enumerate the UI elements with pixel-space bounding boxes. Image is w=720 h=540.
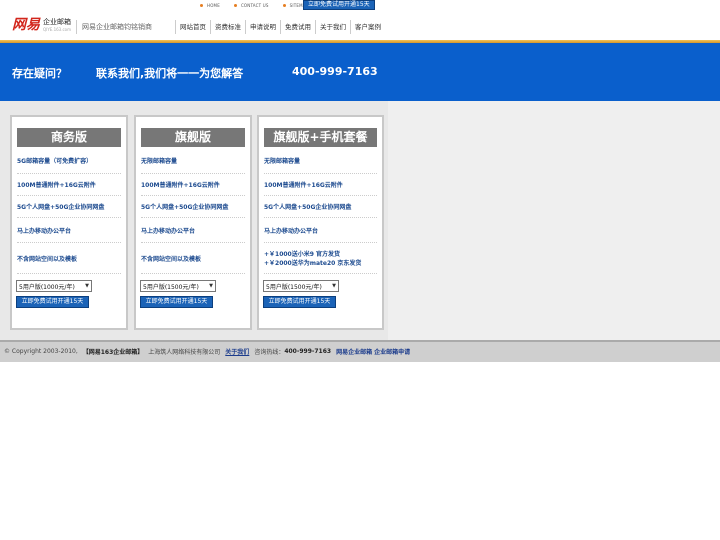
toplink-home[interactable]: HOME xyxy=(200,3,220,8)
plan-flagship-mobile: 旗舰版+手机套餐 无限邮箱容量 100M普通附件+16G云附件 5G个人网盘+5… xyxy=(257,115,384,330)
gift-offer: +￥2000送华为mate20 京东发货 xyxy=(264,260,362,267)
top-free-trial-button[interactable]: 立即免费试用开通15天 xyxy=(303,0,375,10)
gift-offer: +￥1000送小米9 官方发货 xyxy=(264,251,340,258)
footer-brand: 【网易163企业邮箱】 xyxy=(82,349,144,356)
logo-product: 企业邮箱 QIYE.163.com xyxy=(43,18,72,32)
plan-free-trial-button[interactable]: 立即免费试用开通15天 xyxy=(140,296,213,308)
plan-title: 旗舰版 xyxy=(141,128,245,147)
footer-company: 上海筑人网络科技有限公司 xyxy=(148,349,221,356)
tagline: 网易企业邮箱钧铭销商 xyxy=(76,20,152,34)
footer-hotline: 400-999-7163 xyxy=(284,348,332,355)
plan-title: 旗舰版+手机套餐 xyxy=(264,128,377,147)
plan-feature: 无限邮箱容量 xyxy=(141,147,245,174)
nav-cases[interactable]: 客户案例 xyxy=(350,20,385,34)
nav-free-trial[interactable]: 免费试用 xyxy=(280,20,315,34)
footer: © Copyright 2003-2010, 【网易163企业邮箱】 上海筑人网… xyxy=(0,340,720,362)
plan-feature: 马上办移动办公平台 xyxy=(17,218,121,243)
nav-home[interactable]: 网站首页 xyxy=(175,20,210,34)
header: 网易 企业邮箱 QIYE.163.com 网易企业邮箱钧铭销商 网站首页 资费标… xyxy=(0,12,720,40)
plan-user-select[interactable]: 5用户版(1500元/年) ▼ xyxy=(263,280,339,292)
plan-feature: 100M普通附件+16G云附件 xyxy=(141,174,245,196)
chevron-down-icon: ▼ xyxy=(332,283,336,289)
bullet-icon xyxy=(233,3,237,7)
nav-about[interactable]: 关于我们 xyxy=(315,20,350,34)
plan-feature: 5G个人网盘+50G企业协同网盘 xyxy=(264,196,377,218)
plan-user-select[interactable]: 5用户版(1500元/年) ▼ xyxy=(140,280,216,292)
page: HOME CONTACT US SITEMAP 立即免费试用开通15天 网易 企… xyxy=(0,0,720,540)
side-panel xyxy=(388,101,720,340)
chevron-down-icon: ▼ xyxy=(209,283,213,289)
plan-business: 商务版 5G邮箱容量（可免费扩容） 100M普通附件+16G云附件 5G个人网盘… xyxy=(10,115,128,330)
bullet-icon xyxy=(200,3,203,7)
contact-banner: 存在疑问？ 联系我们,我们将一一为您解答 400-999-7163 xyxy=(0,43,720,101)
plan-free-trial-button[interactable]: 立即免费试用开通15天 xyxy=(263,296,336,308)
plan-feature: 100M普通附件+16G云附件 xyxy=(17,174,121,196)
footer-about-link[interactable]: 关于我们 xyxy=(225,347,249,356)
toplink-contact[interactable]: CONTACT US xyxy=(233,3,269,8)
plan-feature: 不含网站空间以及模板 xyxy=(17,243,121,274)
main-nav: 网站首页 资费标准 申请说明 免费试用 关于我们 客户案例 xyxy=(175,20,385,34)
logo-domain: QIYE.163.com xyxy=(43,27,72,32)
nav-application[interactable]: 申请说明 xyxy=(245,20,280,34)
banner-question: 存在疑问？ xyxy=(12,67,67,80)
plan-feature: 马上办移动办公平台 xyxy=(141,218,245,243)
plan-feature: 5G个人网盘+50G企业协同网盘 xyxy=(17,196,121,218)
plan-free-trial-button[interactable]: 立即免费试用开通15天 xyxy=(16,296,89,308)
plan-user-select[interactable]: 5用户版(1000元/年) ▼ xyxy=(16,280,92,292)
plan-title: 商务版 xyxy=(17,128,121,147)
footer-hotline-label: 咨询热线： xyxy=(254,349,285,356)
plan-gift-offers: +￥1000送小米9 官方发货 +￥2000送华为mate20 京东发货 xyxy=(264,243,377,274)
plan-feature: 100M普通附件+16G云附件 xyxy=(264,174,377,196)
plan-feature: 不含网站空间以及模板 xyxy=(141,243,245,274)
footer-copyright: © Copyright 2003-2010, xyxy=(4,348,78,355)
plan-feature: 5G个人网盘+50G企业协同网盘 xyxy=(141,196,245,218)
nav-pricing[interactable]: 资费标准 xyxy=(210,20,245,34)
plan-feature: 马上办移动办公平台 xyxy=(264,218,377,243)
logo-brand: 网易 xyxy=(12,17,40,33)
footer-tail[interactable]: 网易企业邮箱 企业邮箱申请 xyxy=(336,347,410,356)
footer-row: © Copyright 2003-2010, 【网易163企业邮箱】 上海筑人网… xyxy=(4,347,415,356)
chevron-down-icon: ▼ xyxy=(85,283,89,289)
plans-area: 商务版 5G邮箱容量（可免费扩容） 100M普通附件+16G云附件 5G个人网盘… xyxy=(0,101,388,340)
plan-feature: 无限邮箱容量 xyxy=(264,147,377,174)
banner-message: 联系我们,我们将一一为您解答 xyxy=(96,67,244,80)
bullet-icon xyxy=(282,3,286,7)
banner-phone: 400-999-7163 xyxy=(292,65,378,78)
logo[interactable]: 网易 企业邮箱 QIYE.163.com xyxy=(12,18,71,32)
plan-flagship: 旗舰版 无限邮箱容量 100M普通附件+16G云附件 5G个人网盘+50G企业协… xyxy=(134,115,252,330)
plan-feature: 5G邮箱容量（可免费扩容） xyxy=(17,147,121,174)
